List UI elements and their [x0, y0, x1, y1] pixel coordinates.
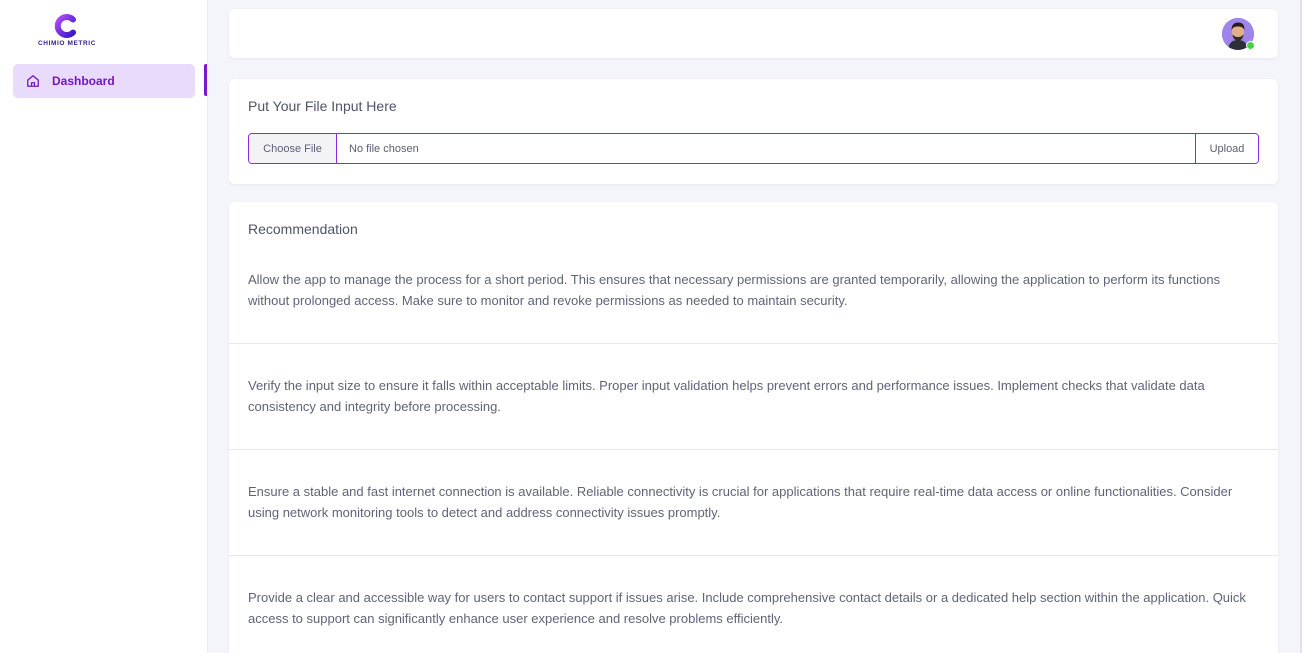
upload-button[interactable]: Upload — [1195, 134, 1258, 163]
file-upload-card: Put Your File Input Here Choose File No … — [229, 79, 1278, 184]
recommendation-text: Ensure a stable and fast internet connec… — [248, 484, 1233, 520]
online-status-indicator — [1246, 41, 1255, 50]
recommendation-text: Allow the app to manage the process for … — [248, 272, 1221, 308]
recommendation-item: Provide a clear and accessible way for u… — [229, 555, 1278, 653]
brand-name: CHIMIO METRIC — [38, 40, 96, 47]
recommendation-text: Provide a clear and accessible way for u… — [248, 590, 1246, 626]
file-name-display[interactable]: No file chosen — [337, 134, 1195, 163]
logo-mark-icon — [54, 14, 76, 38]
recommendation-card: Recommendation Allow the app to manage t… — [229, 202, 1278, 653]
sidebar-item-dashboard[interactable]: Dashboard — [13, 64, 195, 98]
recommendation-item: Ensure a stable and fast internet connec… — [229, 449, 1278, 555]
brand-logo[interactable]: CHIMIO METRIC — [36, 11, 98, 51]
file-input-group: Choose File No file chosen Upload — [248, 133, 1259, 164]
active-indicator — [204, 64, 207, 96]
home-icon — [26, 73, 42, 89]
recommendation-item: Verify the input size to ensure it falls… — [229, 343, 1278, 449]
sidebar-item-label: Dashboard — [52, 74, 115, 88]
choose-file-button[interactable]: Choose File — [249, 134, 337, 163]
upload-card-title: Put Your File Input Here — [248, 98, 397, 114]
top-bar — [229, 9, 1278, 58]
recommendation-item: Allow the app to manage the process for … — [229, 202, 1278, 343]
recommendation-text: Verify the input size to ensure it falls… — [248, 378, 1205, 414]
sidebar: CHIMIO METRIC Dashboard — [0, 0, 208, 653]
